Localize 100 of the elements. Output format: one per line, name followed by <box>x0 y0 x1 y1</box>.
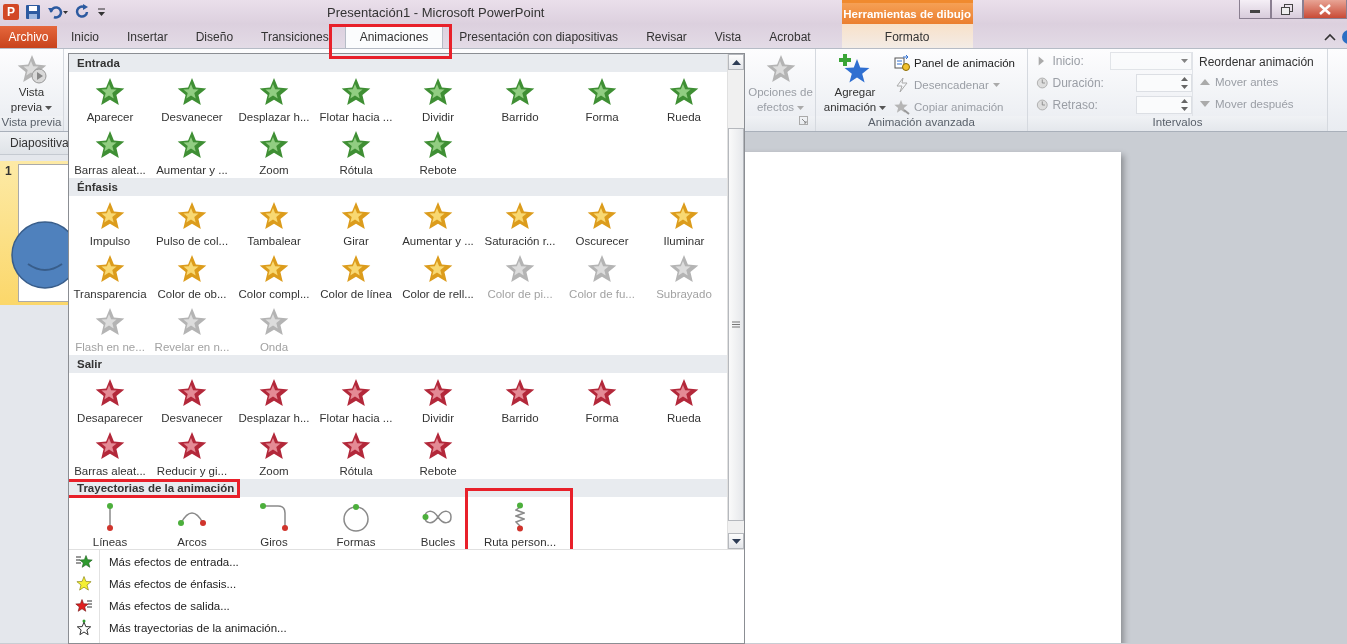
star-icon <box>176 129 208 161</box>
star-icon <box>176 76 208 108</box>
section-header: Énfasis <box>77 181 118 193</box>
star-icon <box>176 377 208 409</box>
animation-option[interactable]: Reducir y gi... <box>151 426 233 479</box>
menu-item[interactable]: Más efectos de entrada... <box>69 551 744 573</box>
star-icon <box>340 253 372 285</box>
star-icon <box>340 76 372 108</box>
animation-option[interactable]: Forma <box>561 72 643 125</box>
star-icon <box>176 200 208 232</box>
grip-icon <box>732 321 740 328</box>
menu-item[interactable]: Más efectos de salida... <box>69 595 744 617</box>
animation-option[interactable]: Girar <box>315 196 397 249</box>
ribbon-command[interactable]: Panel de animación <box>894 54 1015 72</box>
ribbon-tab[interactable]: Animaciones <box>344 25 444 48</box>
clock-icon <box>1036 76 1049 90</box>
animation-option[interactable]: Flotar hacia ... <box>315 72 397 125</box>
ribbon-tab[interactable]: Acrobat <box>755 26 825 48</box>
animation-option[interactable]: Rueda <box>643 72 725 125</box>
animation-option[interactable]: Color de línea <box>315 249 397 302</box>
animation-option[interactable]: Dividir <box>397 72 479 125</box>
app-logo: P <box>3 4 19 20</box>
ribbon-tab[interactable]: Insertar <box>113 26 182 48</box>
animation-option[interactable]: Desaparecer <box>69 373 151 426</box>
animation-option[interactable]: Aumentar y ... <box>151 125 233 178</box>
redo-icon[interactable] <box>75 4 91 20</box>
ribbon-tab[interactable]: Vista <box>700 26 756 48</box>
animation-option[interactable]: Aparecer <box>69 72 151 125</box>
ribbon-tab[interactable]: Presentación con diapositivas <box>445 26 633 48</box>
ribbon-tab[interactable]: Revisar <box>632 26 701 48</box>
star-icon <box>258 430 290 462</box>
animation-option[interactable]: Desvanecer <box>151 72 233 125</box>
section-header: Trayectorias de la animación <box>77 482 235 494</box>
file-tab[interactable]: Archivo <box>0 26 57 48</box>
star-icon <box>504 76 536 108</box>
animation-option[interactable]: Barrido <box>479 373 561 426</box>
animation-option[interactable]: Arcos <box>151 497 233 549</box>
save-icon[interactable] <box>25 4 41 20</box>
spinner-arrows-icon <box>1181 99 1188 111</box>
restore-button[interactable] <box>1271 0 1303 19</box>
star-icon <box>422 200 454 232</box>
window-title: Presentación1 - Microsoft PowerPoint <box>327 4 545 20</box>
animation-option[interactable]: Aumentar y ... <box>397 196 479 249</box>
star-icon <box>176 306 208 338</box>
animation-option[interactable]: Rótula <box>315 125 397 178</box>
animation-option[interactable]: Rótula <box>315 426 397 479</box>
animation-option[interactable]: Rebote <box>397 125 479 178</box>
add-animation-button[interactable]: Agregar animación <box>820 51 890 116</box>
ribbon-tab[interactable]: Diseño <box>181 26 248 48</box>
animation-option[interactable]: Bucles <box>397 497 479 549</box>
dialog-launcher-icon[interactable] <box>799 116 809 126</box>
animation-option[interactable]: Ruta person... <box>479 497 561 549</box>
animation-option[interactable]: Zoom <box>233 426 315 479</box>
animation-option[interactable]: Color de ob... <box>151 249 233 302</box>
motion-path-icon <box>106 502 114 532</box>
preview-button[interactable]: Vista previa <box>7 51 56 116</box>
animation-option[interactable]: Líneas <box>69 497 151 549</box>
animation-option[interactable]: Saturación r... <box>479 196 561 249</box>
animation-option[interactable]: Transparencia <box>69 249 151 302</box>
animation-option[interactable]: Color de rell... <box>397 249 479 302</box>
ribbon-tab[interactable]: Transiciones <box>247 26 343 48</box>
collapse-ribbon-icon[interactable] <box>1324 33 1336 41</box>
star-play-icon <box>15 53 48 85</box>
animation-option[interactable]: Barras aleat... <box>69 125 151 178</box>
scroll-thumb[interactable] <box>728 128 744 521</box>
section-header: Entrada <box>77 57 120 69</box>
animation-option[interactable]: Desplazar h... <box>233 373 315 426</box>
animation-option[interactable]: Flotar hacia ... <box>315 373 397 426</box>
menu-item[interactable]: Más efectos de énfasis... <box>69 573 744 595</box>
animation-option[interactable]: Color compl... <box>233 249 315 302</box>
animation-option[interactable]: Impulso <box>69 196 151 249</box>
animation-option[interactable]: Oscurecer <box>561 196 643 249</box>
animation-option[interactable]: Rebote <box>397 426 479 479</box>
star-icon <box>668 377 700 409</box>
animation-option[interactable]: Tambalear <box>233 196 315 249</box>
animation-option[interactable]: Desvanecer <box>151 373 233 426</box>
close-button[interactable] <box>1303 0 1347 19</box>
menu-item[interactable]: Más trayectorias de la animación... <box>69 617 744 639</box>
animation-option[interactable]: Desplazar h... <box>233 72 315 125</box>
section-title: Reordenar animación <box>1199 55 1314 69</box>
star-icon <box>94 377 126 409</box>
star-icon <box>75 597 93 615</box>
animation-option[interactable]: Giros <box>233 497 315 549</box>
animation-option[interactable]: Barrido <box>479 72 561 125</box>
ribbon-tab[interactable]: Inicio <box>57 26 113 48</box>
animation-option[interactable]: Rueda <box>643 373 725 426</box>
animation-option[interactable]: Zoom <box>233 125 315 178</box>
animation-option[interactable]: Iluminar <box>643 196 725 249</box>
star-icon <box>668 200 700 232</box>
minimize-button[interactable] <box>1239 0 1271 19</box>
undo-icon[interactable] <box>47 4 69 20</box>
animation-option[interactable]: Formas <box>315 497 397 549</box>
animation-option[interactable]: Pulso de col... <box>151 196 233 249</box>
star-icon <box>586 253 618 285</box>
animation-option[interactable]: Dividir <box>397 373 479 426</box>
animation-option[interactable]: Barras aleat... <box>69 426 151 479</box>
animation-option[interactable]: Forma <box>561 373 643 426</box>
star-icon <box>258 253 290 285</box>
scroll-down-button[interactable] <box>728 533 744 549</box>
scroll-up-button[interactable] <box>728 54 744 70</box>
